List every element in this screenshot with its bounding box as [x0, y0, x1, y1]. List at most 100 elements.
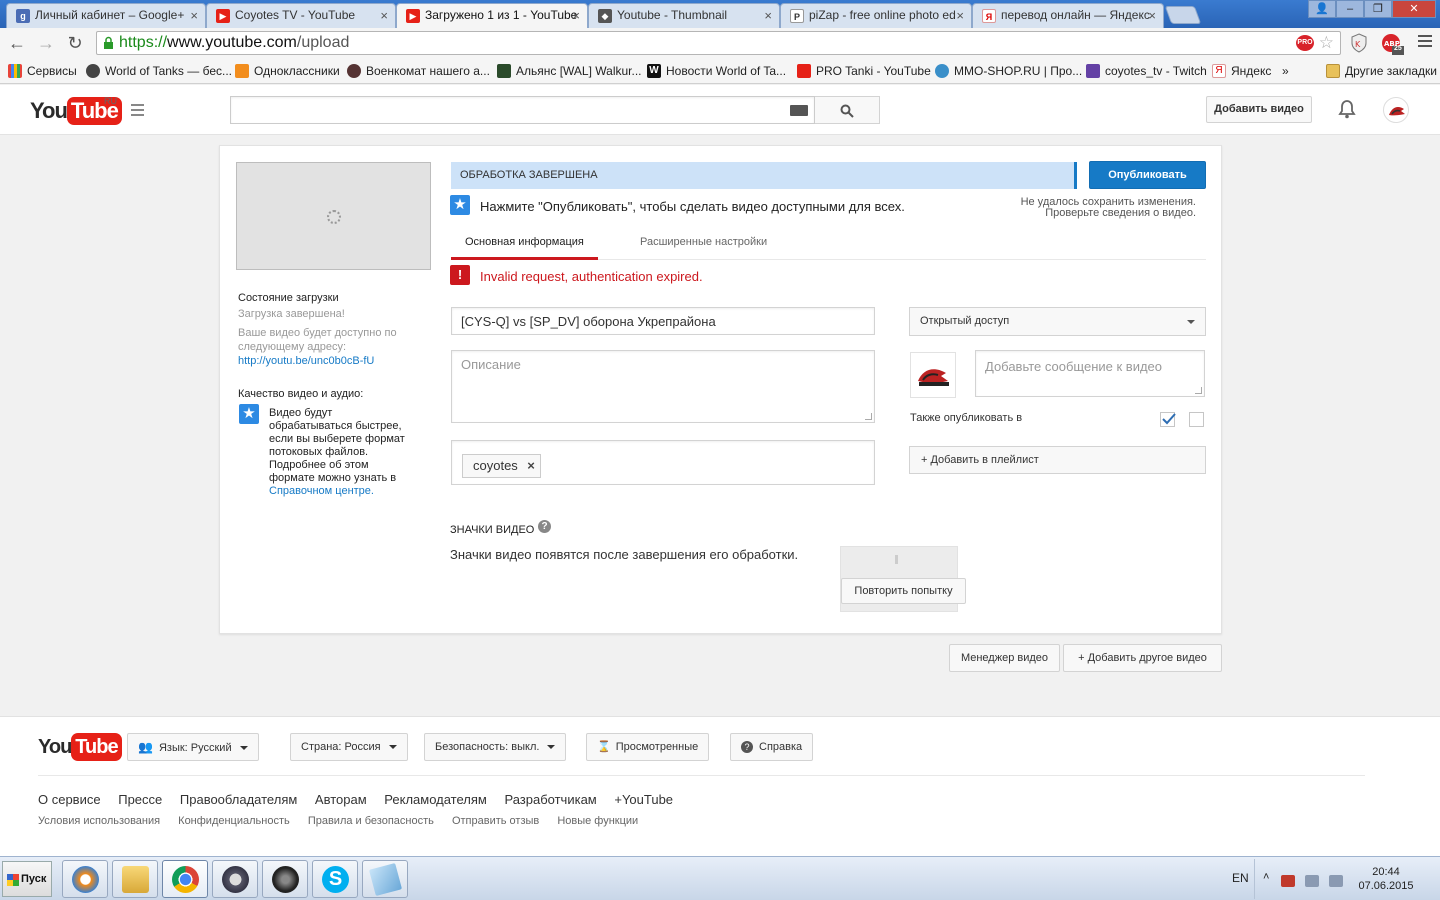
taskbar-app-media[interactable] — [62, 860, 108, 898]
start-button[interactable]: Пуск — [2, 861, 52, 897]
bookmark-item[interactable]: PRO Tanki - YouTube — [797, 63, 931, 79]
tab-close-icon[interactable]: × — [380, 4, 388, 27]
notification-bell-icon[interactable] — [1338, 99, 1356, 119]
bookmark-item[interactable]: Одноклассники — [235, 63, 340, 79]
tray-expand-icon[interactable]: ˄ — [1263, 871, 1269, 883]
maximize-button[interactable]: ❐ — [1364, 0, 1392, 18]
footer-link[interactable]: Правила и безопасность — [308, 815, 434, 827]
bookmark-item[interactable]: World of Tanks — бес... — [86, 63, 232, 79]
browser-tab-active[interactable]: ▶ Загружено 1 из 1 - YouTube × — [396, 3, 588, 28]
minimize-button[interactable]: – — [1336, 0, 1364, 18]
add-to-playlist-button[interactable]: + Добавить в плейлист — [909, 446, 1206, 474]
publish-button[interactable]: Опубликовать — [1089, 161, 1206, 189]
pro-extension-icon[interactable]: PRO — [1296, 35, 1314, 51]
tab-close-icon[interactable]: × — [956, 4, 964, 27]
search-input[interactable] — [230, 96, 815, 124]
tray-network-icon[interactable] — [1305, 875, 1319, 887]
footer-link[interactable]: Условия использования — [38, 815, 160, 827]
remove-tag-icon[interactable]: × — [527, 455, 535, 477]
forward-arrow-icon[interactable]: → — [35, 32, 57, 54]
description-textarea[interactable]: Описание — [451, 350, 875, 423]
footer-link[interactable]: Отправить отзыв — [452, 815, 539, 827]
footer-link[interactable]: Рекламодателям — [384, 792, 487, 807]
footer-youtube-logo[interactable]: You Tube — [38, 733, 122, 761]
footer-link[interactable]: Прессе — [118, 792, 162, 807]
upload-video-button[interactable]: Добавить видео — [1206, 96, 1312, 123]
resize-handle-icon[interactable] — [865, 413, 872, 420]
close-window-button[interactable]: ✕ — [1392, 0, 1436, 18]
browser-tab[interactable]: Я перевод онлайн — Яндекс × — [972, 3, 1164, 28]
info-star-icon: ★ — [239, 404, 259, 424]
share-checkbox[interactable] — [1189, 412, 1204, 427]
taskbar-app-teamspeak[interactable] — [212, 860, 258, 898]
taskbar-app-chrome[interactable] — [162, 860, 208, 898]
bookmark-item[interactable]: coyotes_tv - Twitch — [1086, 63, 1207, 79]
footer-link[interactable]: +YouTube — [614, 792, 673, 807]
bookmarks-overflow[interactable]: » — [1282, 63, 1289, 79]
extension-shield-icon[interactable]: K — [1350, 33, 1370, 53]
tab-close-icon[interactable]: × — [764, 4, 772, 27]
search-button[interactable] — [815, 96, 880, 124]
profile-icon[interactable]: 👤 — [1308, 0, 1336, 18]
new-tab-button[interactable] — [1164, 6, 1202, 24]
footer-link[interactable]: Разработчикам — [504, 792, 596, 807]
browser-tab[interactable]: ▶ Coyotes TV - YouTube × — [206, 3, 396, 28]
message-placeholder: Добавьте сообщение к видео — [985, 359, 1162, 374]
taskbar-app-explorer[interactable] — [112, 860, 158, 898]
browser-tab[interactable]: g Личный кабинет – Google+ × — [6, 3, 206, 28]
tab-close-icon[interactable]: × — [572, 4, 580, 27]
country-button[interactable]: Страна: Россия — [290, 733, 408, 761]
history-button[interactable]: ⌛ Просмотренные — [586, 733, 710, 761]
browser-tab[interactable]: ◆ Youtube - Thumbnail × — [588, 3, 780, 28]
add-another-video-button[interactable]: + Добавить другое видео — [1063, 644, 1222, 672]
tray-security-icon[interactable] — [1281, 875, 1295, 887]
tab-title: piZap - free online photo ed — [809, 8, 956, 22]
other-bookmarks[interactable]: Другие закладки — [1326, 63, 1437, 79]
bookmark-item[interactable]: Военкомат нашего а... — [347, 63, 490, 79]
footer-link[interactable]: Новые функции — [557, 815, 638, 827]
account-avatar[interactable] — [1383, 97, 1409, 123]
help-button[interactable]: ? Справка — [730, 733, 814, 761]
footer-link[interactable]: Авторам — [315, 792, 367, 807]
share-checkbox-checked[interactable] — [1160, 412, 1176, 427]
browser-tab[interactable]: P piZap - free online photo ed × — [780, 3, 972, 28]
footer-link[interactable]: О сервисе — [38, 792, 101, 807]
volume-icon[interactable] — [1329, 875, 1343, 887]
bookmark-item[interactable]: Сервисы — [8, 63, 77, 79]
video-url-link[interactable]: http://youtu.be/unc0b0cB-fU — [238, 355, 374, 367]
browser-menu-icon[interactable] — [1418, 35, 1432, 50]
address-bar[interactable]: https://www.youtube.com/upload PRO ☆ — [96, 31, 1341, 55]
bookmark-item[interactable]: MMO-SHOP.RU | Про... — [935, 63, 1082, 79]
guide-menu-icon[interactable] — [131, 104, 155, 118]
tags-input[interactable]: coyotes × — [451, 440, 875, 485]
adblock-icon[interactable]: ABP 25 — [1381, 33, 1404, 55]
share-message-textarea[interactable]: Добавьте сообщение к видео — [975, 350, 1205, 397]
keyboard-icon[interactable] — [790, 105, 808, 116]
footer-link[interactable]: Конфиденциальность — [178, 815, 290, 827]
bookmark-star-icon[interactable]: ☆ — [1319, 33, 1334, 53]
reload-icon[interactable]: ↻ — [64, 32, 86, 54]
title-input[interactable]: [CYS-Q] vs [SP_DV] оборона Укрепрайона — [451, 307, 875, 335]
clock[interactable]: 20:44 07.06.2015 — [1356, 865, 1416, 893]
back-arrow-icon[interactable]: ← — [6, 32, 28, 54]
bookmark-item[interactable]: Я Яндекс — [1212, 63, 1271, 79]
help-center-link[interactable]: Справочном центре. — [269, 485, 374, 497]
taskbar-app-skype[interactable]: S — [312, 860, 358, 898]
retry-button[interactable]: Повторить попытку — [841, 578, 966, 604]
help-icon[interactable]: ? — [538, 520, 551, 533]
tab-basic-info[interactable]: Основная информация — [451, 236, 598, 260]
input-language[interactable]: EN — [1232, 871, 1249, 885]
tab-advanced-settings[interactable]: Расширенные настройки — [626, 236, 781, 260]
taskbar-app-notepad[interactable] — [362, 860, 408, 898]
safety-button[interactable]: Безопасность: выкл. — [424, 733, 567, 761]
footer-link[interactable]: Правообладателям — [180, 792, 297, 807]
taskbar-app-wot[interactable] — [262, 860, 308, 898]
video-manager-button[interactable]: Менеджер видео — [949, 644, 1060, 672]
privacy-select[interactable]: Открытый доступ — [909, 307, 1206, 336]
tab-close-icon[interactable]: × — [1148, 4, 1156, 27]
language-button[interactable]: 👥 Язык: Русский — [127, 733, 259, 761]
bookmark-item[interactable]: Альянс [WAL] Walkur... — [497, 63, 642, 79]
bookmark-item[interactable]: W Новости World of Ta... — [647, 63, 786, 79]
resize-handle-icon[interactable] — [1195, 387, 1202, 394]
tab-close-icon[interactable]: × — [190, 4, 198, 27]
